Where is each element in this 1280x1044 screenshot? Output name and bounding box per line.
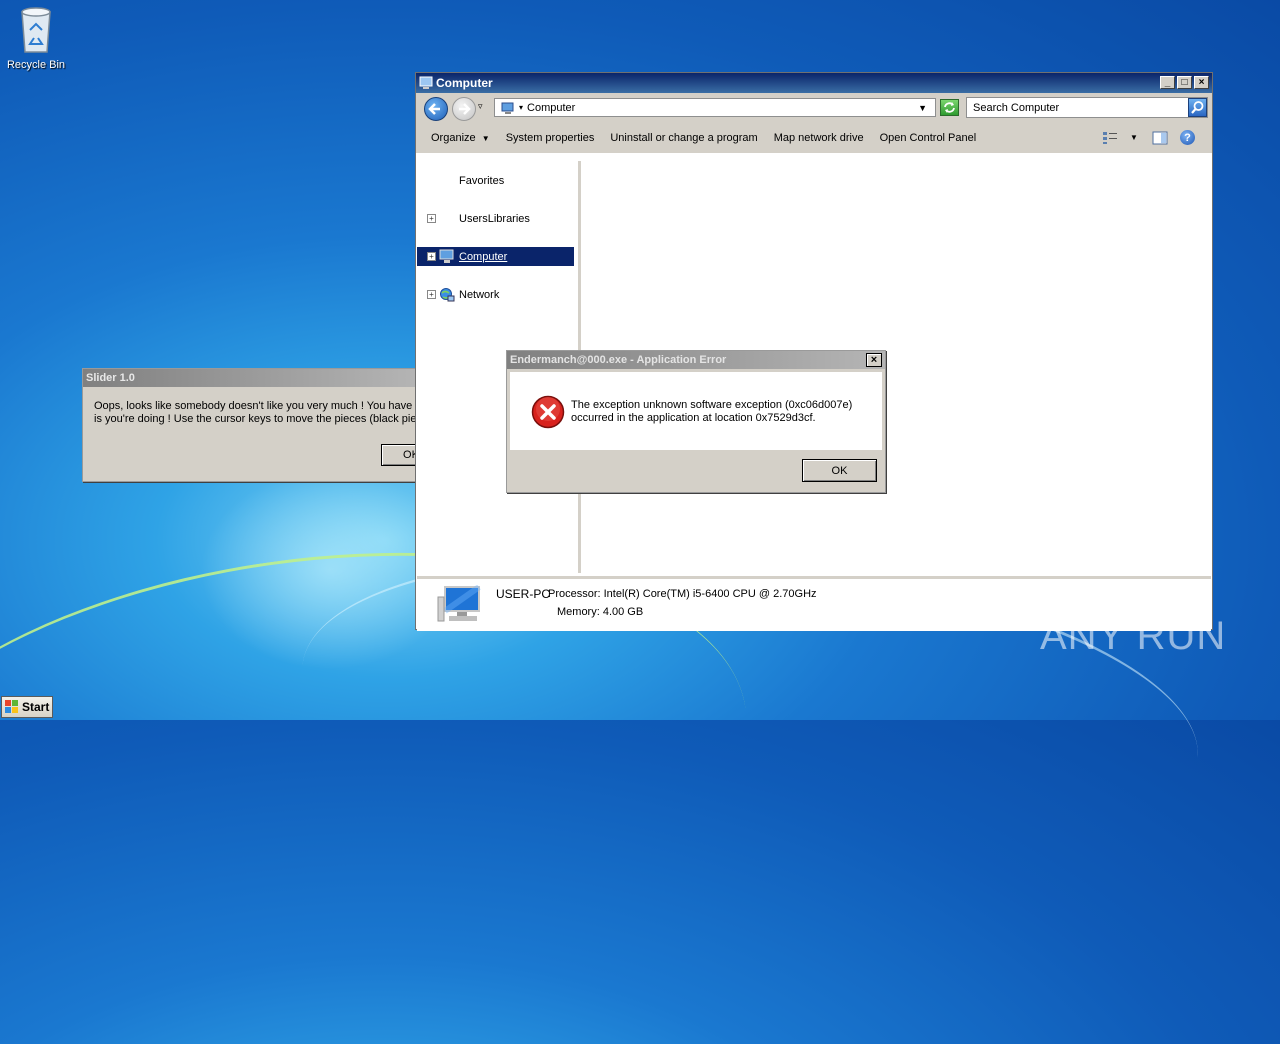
system-properties-button[interactable]: System properties bbox=[506, 132, 595, 144]
expand-icon[interactable]: + bbox=[427, 214, 436, 223]
processor-info: Processor: Intel(R) Core(TM) i5-6400 CPU… bbox=[548, 588, 817, 600]
tree-item-userslibraries[interactable]: + UsersLibraries bbox=[417, 209, 574, 228]
windows-logo-icon bbox=[5, 700, 18, 713]
tree-label: Network bbox=[459, 288, 500, 301]
map-network-drive-button[interactable]: Map network drive bbox=[774, 132, 864, 144]
address-bar[interactable]: ▾ Computer ▼ bbox=[494, 98, 936, 117]
watermark-text: ANY RUN bbox=[1040, 614, 1227, 658]
start-label: Start bbox=[22, 700, 50, 714]
computer-icon bbox=[439, 249, 454, 263]
refresh-icon bbox=[944, 102, 955, 113]
recycle-bin-label: Recycle Bin bbox=[6, 59, 66, 71]
change-view-icon[interactable] bbox=[1102, 131, 1118, 145]
organize-dropdown-icon: ▼ bbox=[481, 134, 490, 143]
error-icon bbox=[531, 395, 565, 429]
uninstall-program-button[interactable]: Uninstall or change a program bbox=[610, 132, 757, 144]
explorer-titlebar[interactable]: Computer _ □ × bbox=[416, 73, 1212, 93]
maximize-button[interactable]: □ bbox=[1177, 76, 1192, 89]
recent-pages-chevron-icon[interactable]: ▿ bbox=[478, 101, 483, 112]
close-icon[interactable]: × bbox=[866, 353, 882, 367]
close-button[interactable]: × bbox=[1194, 76, 1209, 89]
explorer-title: Computer bbox=[436, 76, 493, 90]
recycle-bin-icon bbox=[21, 7, 51, 53]
computer-name: USER-PC bbox=[496, 587, 551, 601]
search-placeholder: Search Computer bbox=[973, 101, 1060, 114]
error-message-line1: The exception unknown software exception… bbox=[571, 399, 853, 411]
minimize-button[interactable]: _ bbox=[1160, 76, 1175, 89]
tree-item-computer[interactable]: + Computer bbox=[417, 247, 574, 266]
network-icon bbox=[440, 288, 455, 302]
slider-message-line2: is you're doing ! Use the cursor keys to… bbox=[94, 413, 421, 425]
error-ok-button[interactable]: OK bbox=[802, 459, 877, 482]
error-message-line2: occurred in the application at location … bbox=[571, 412, 816, 424]
expand-icon[interactable]: + bbox=[427, 290, 436, 299]
anyrun-watermark: ANY RUN bbox=[1040, 610, 1226, 660]
application-error-dialog: Endermanch@000.exe - Application Error ×… bbox=[506, 350, 886, 493]
command-bar: Organize ▼ System properties Uninstall o… bbox=[416, 123, 1212, 153]
forward-button[interactable] bbox=[452, 97, 476, 121]
search-icon bbox=[1191, 101, 1204, 114]
computer-icon bbox=[419, 76, 433, 89]
tree-label: Computer bbox=[459, 250, 508, 263]
open-control-panel-button[interactable]: Open Control Panel bbox=[880, 132, 977, 144]
breadcrumb-chevron-icon[interactable]: ▾ bbox=[519, 103, 523, 112]
search-input[interactable]: Search Computer bbox=[966, 97, 1208, 118]
error-dialog-body: The exception unknown software exception… bbox=[510, 372, 882, 450]
computer-icon bbox=[501, 102, 514, 114]
address-row: ▿ ▾ Computer ▼ Search Computer bbox=[416, 93, 1212, 123]
error-dialog-title: Endermanch@000.exe - Application Error bbox=[507, 351, 885, 369]
error-message: The exception unknown software exception… bbox=[571, 399, 852, 425]
view-dropdown-icon[interactable]: ▼ bbox=[1130, 133, 1138, 142]
tree-item-favorites[interactable]: Favorites bbox=[417, 171, 574, 190]
search-button[interactable] bbox=[1188, 98, 1207, 117]
help-icon[interactable]: ? bbox=[1180, 130, 1195, 145]
slider-message: Oops, looks like somebody doesn't like y… bbox=[83, 387, 421, 439]
organize-menu[interactable]: Organize ▼ bbox=[431, 132, 490, 144]
slider-title: Slider 1.0 bbox=[83, 369, 421, 387]
tree-label: UsersLibraries bbox=[459, 212, 530, 225]
start-button[interactable]: Start bbox=[1, 696, 53, 718]
tree-item-network[interactable]: + Network bbox=[417, 285, 574, 304]
expand-icon[interactable]: + bbox=[427, 252, 436, 261]
forward-arrow-icon bbox=[459, 103, 471, 115]
slider-message-line1: Oops, looks like somebody doesn't like y… bbox=[94, 400, 421, 412]
memory-info: Memory: 4.00 GB bbox=[557, 606, 644, 618]
address-text: Computer bbox=[527, 101, 576, 114]
tree-label: Favorites bbox=[459, 174, 505, 187]
back-arrow-icon bbox=[428, 103, 440, 115]
refresh-button[interactable] bbox=[940, 99, 959, 116]
recycle-bin-shortcut[interactable]: Recycle Bin bbox=[4, 6, 68, 71]
preview-pane-icon[interactable] bbox=[1152, 131, 1168, 145]
slider-message-window: Slider 1.0 Oops, looks like somebody doe… bbox=[82, 368, 441, 482]
back-button[interactable] bbox=[424, 97, 448, 121]
address-dropdown-icon[interactable]: ▼ bbox=[918, 103, 927, 113]
computer-icon bbox=[437, 585, 481, 622]
